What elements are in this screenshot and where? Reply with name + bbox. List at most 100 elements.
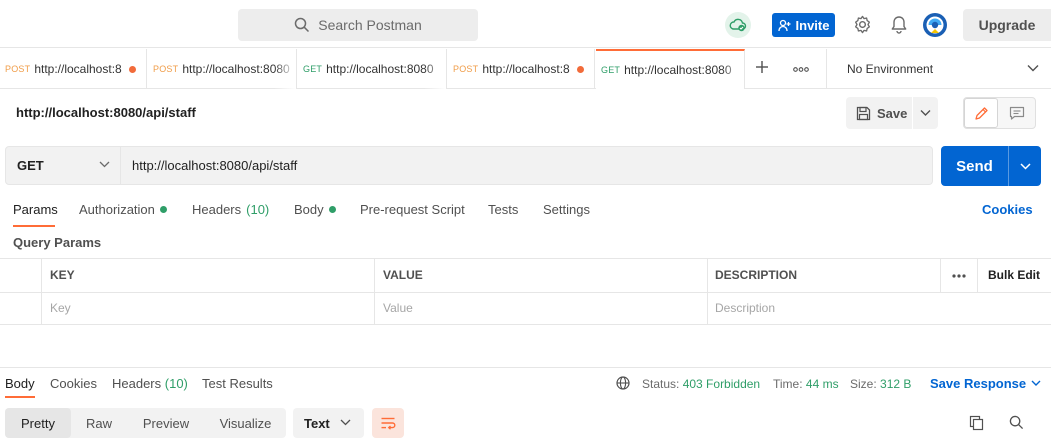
- search-icon[interactable]: [1009, 415, 1024, 430]
- more-tabs-ellipsis-icon[interactable]: [793, 67, 809, 72]
- table-options-ellipsis-icon[interactable]: [952, 274, 966, 278]
- send-options-chevron-down-icon[interactable]: [1009, 162, 1041, 170]
- response-tab-headers[interactable]: Headers (10): [112, 376, 188, 391]
- comment-icon[interactable]: [1000, 98, 1034, 128]
- sync-status-icon[interactable]: [725, 12, 751, 38]
- request-title[interactable]: http://localhost:8080/api/staff: [16, 105, 196, 120]
- view-raw[interactable]: Raw: [71, 408, 127, 438]
- url-input[interactable]: http://localhost:8080/api/staff: [121, 146, 933, 185]
- tab-label: Tests: [488, 202, 519, 217]
- chevron-down-icon: [340, 419, 351, 426]
- cookies-link[interactable]: Cookies: [982, 202, 1033, 217]
- pane-divider[interactable]: [0, 367, 1051, 368]
- tab-params[interactable]: Params: [13, 202, 58, 217]
- user-avatar[interactable]: [922, 12, 948, 38]
- upgrade-button[interactable]: Upgrade: [963, 9, 1051, 41]
- environment-selector[interactable]: No Environment: [826, 49, 1051, 89]
- tab-authorization[interactable]: Authorization: [79, 202, 167, 217]
- globe-icon[interactable]: [616, 376, 630, 390]
- tab-prerequest-script[interactable]: Pre-request Script: [360, 202, 465, 217]
- request-tab[interactable]: POST http://localhost:8: [448, 49, 595, 89]
- size-label: Size:: [850, 377, 877, 391]
- wrap-lines-icon[interactable]: [372, 408, 404, 438]
- search-placeholder: Search Postman: [318, 17, 422, 33]
- request-tab-active[interactable]: GET http://localhost:8080: [596, 49, 745, 89]
- size-readout: Size: 312 B: [850, 377, 911, 391]
- time-readout: Time: 44 ms: [773, 377, 839, 391]
- tab-url: http://localhost:8: [482, 62, 570, 76]
- time-value: 44 ms: [805, 377, 839, 391]
- chevron-down-icon: [99, 161, 110, 168]
- save-label: Save: [877, 105, 908, 121]
- description-input[interactable]: Description: [715, 301, 775, 315]
- tab-method: POST: [5, 64, 31, 74]
- chevron-down-icon: [1027, 64, 1039, 72]
- save-button[interactable]: Save: [846, 97, 938, 129]
- tab-method: POST: [153, 64, 179, 74]
- query-params-heading: Query Params: [13, 235, 102, 250]
- send-label: Send: [956, 157, 993, 175]
- tab-settings[interactable]: Settings: [543, 202, 590, 217]
- tab-url: http://localhost:8080: [624, 63, 732, 77]
- tab-label: Headers: [112, 376, 162, 391]
- tab-method: GET: [601, 65, 621, 75]
- format-select[interactable]: Text: [293, 408, 364, 438]
- view-visualize[interactable]: Visualize: [205, 408, 286, 438]
- response-tab-test-results[interactable]: Test Results: [202, 376, 273, 391]
- active-tab-indicator: [13, 225, 55, 227]
- response-tab-cookies[interactable]: Cookies: [50, 376, 97, 391]
- response-tab-body[interactable]: Body: [5, 376, 35, 391]
- request-tab[interactable]: GET http://localhost:8080: [298, 49, 447, 89]
- add-user-icon: [777, 19, 791, 31]
- view-preview[interactable]: Preview: [127, 408, 205, 438]
- query-params-table: KEY VALUE DESCRIPTION Bulk Edit Key Valu…: [0, 258, 1051, 325]
- request-tab[interactable]: POST http://localhost:8: [0, 49, 147, 89]
- time-label: Time:: [773, 377, 803, 391]
- chevron-down-icon[interactable]: [920, 109, 931, 117]
- save-response-button[interactable]: Save Response: [930, 376, 1041, 391]
- url-value: http://localhost:8080/api/staff: [132, 158, 298, 173]
- tab-label: Headers: [192, 202, 242, 217]
- bulk-edit-button[interactable]: Bulk Edit: [988, 268, 1040, 282]
- method-value: GET: [17, 158, 44, 173]
- search-bar[interactable]: Search Postman: [238, 9, 478, 41]
- active-tab-indicator: [5, 396, 35, 398]
- save-icon: [856, 106, 871, 120]
- environment-label: No Environment: [847, 62, 934, 76]
- search-icon: [295, 17, 310, 33]
- key-input[interactable]: Key: [50, 301, 71, 315]
- view-pretty[interactable]: Pretty: [5, 408, 71, 438]
- value-input[interactable]: Value: [383, 301, 413, 315]
- status-value: 403 Forbidden: [682, 377, 761, 391]
- tab-label: Authorization: [79, 202, 155, 217]
- tab-body[interactable]: Body: [294, 202, 336, 217]
- edit-pencil-icon[interactable]: [964, 98, 998, 128]
- send-button[interactable]: Send: [941, 146, 1041, 186]
- tab-headers[interactable]: Headers (10): [192, 202, 269, 217]
- request-tab[interactable]: POST http://localhost:8080: [148, 49, 297, 89]
- format-value: Text: [304, 415, 330, 431]
- tab-url: http://localhost:8: [34, 62, 122, 76]
- column-header-key: KEY: [50, 268, 75, 282]
- settings-gear-icon[interactable]: [853, 15, 872, 34]
- tab-method: GET: [303, 64, 323, 74]
- response-view-segmented-control: Pretty Raw Preview Visualize: [5, 408, 286, 438]
- tab-url: http://localhost:8080: [326, 62, 434, 76]
- tab-count: (10): [246, 202, 270, 217]
- status-dot-icon: [159, 206, 167, 213]
- tab-method: POST: [453, 64, 479, 74]
- unsaved-dot-icon: [577, 66, 584, 73]
- column-header-value: VALUE: [383, 268, 423, 282]
- copy-icon[interactable]: [969, 415, 984, 431]
- status-label: Status:: [642, 377, 680, 391]
- tab-label: Body: [294, 202, 324, 217]
- unsaved-dot-icon: [129, 66, 136, 73]
- status-readout: Status: 403 Forbidden: [642, 377, 760, 391]
- tab-count: (10): [164, 376, 188, 391]
- invite-button[interactable]: Invite: [772, 13, 835, 37]
- tab-label: Settings: [543, 202, 590, 217]
- new-tab-plus-icon[interactable]: [755, 60, 769, 74]
- tab-tests[interactable]: Tests: [488, 202, 518, 217]
- status-dot-icon: [328, 206, 336, 213]
- notifications-bell-icon[interactable]: [890, 15, 908, 34]
